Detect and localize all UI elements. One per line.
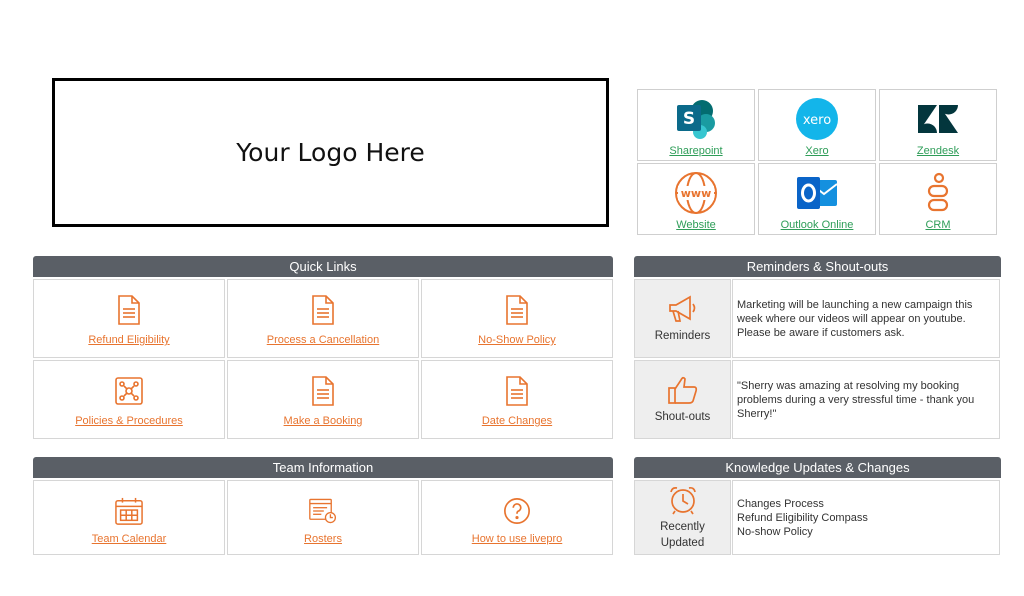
app-label-zendesk[interactable]: Zendesk — [917, 145, 959, 157]
svg-text:xero: xero — [803, 113, 831, 128]
quick-link-label[interactable]: No-Show Policy — [478, 334, 556, 346]
network-icon — [115, 375, 143, 407]
thumbs-up-icon — [667, 376, 697, 404]
knowledge-item[interactable]: No-show Policy — [737, 525, 993, 539]
knowledge-label-cell: Recently Updated — [634, 480, 731, 555]
quick-link-refund-eligibility[interactable]: Refund Eligibility — [33, 279, 225, 358]
reminders-title: Reminders & Shout-outs — [746, 259, 889, 274]
team-link-calendar[interactable]: Team Calendar — [33, 480, 225, 555]
team-information-header: Team Information — [33, 457, 613, 478]
document-icon — [503, 375, 531, 407]
zendesk-icon — [915, 96, 961, 142]
reminders-header: Reminders & Shout-outs — [634, 256, 1001, 277]
app-tile-sharepoint[interactable]: S Sharepoint — [637, 89, 755, 161]
reminders-label: Reminders — [654, 329, 711, 342]
app-tile-xero[interactable]: xero Xero — [758, 89, 876, 161]
logo-text: Your Logo Here — [236, 138, 425, 167]
app-label-xero[interactable]: Xero — [805, 145, 828, 157]
knowledge-label-line2: Updated — [660, 536, 705, 549]
question-icon — [503, 495, 531, 527]
quick-links-header: Quick Links — [33, 256, 613, 277]
reminders-message: Marketing will be launching a new campai… — [732, 279, 1000, 358]
calendar-icon — [115, 495, 143, 527]
app-label-outlook[interactable]: Outlook Online — [781, 219, 854, 231]
document-icon — [503, 294, 531, 326]
svg-text:www: www — [681, 187, 712, 200]
alarm-clock-icon — [669, 486, 696, 514]
quick-link-policies-procedures[interactable]: Policies & Procedures — [33, 360, 225, 439]
crm-icon — [915, 170, 961, 216]
megaphone-icon — [668, 295, 695, 322]
quick-link-label[interactable]: Process a Cancellation — [267, 334, 380, 346]
document-icon — [115, 294, 143, 326]
shoutouts-label-cell: Shout-outs — [634, 360, 731, 439]
team-link-livepro-help[interactable]: How to use livepro — [421, 480, 613, 555]
quick-link-label[interactable]: Date Changes — [482, 415, 552, 427]
app-tile-zendesk[interactable]: Zendesk — [879, 89, 997, 161]
reminders-label-cell: Reminders — [634, 279, 731, 358]
roster-icon — [309, 495, 337, 527]
app-tile-crm[interactable]: CRM — [879, 163, 997, 235]
app-label-website[interactable]: Website — [676, 219, 716, 231]
globe-www-icon: www — [673, 170, 719, 216]
knowledge-header: Knowledge Updates & Changes — [634, 457, 1001, 478]
shoutouts-message: "Sherry was amazing at resolving my book… — [732, 360, 1000, 439]
app-tile-website[interactable]: www Website — [637, 163, 755, 235]
knowledge-label: Recently Updated — [660, 519, 705, 551]
team-information-title: Team Information — [272, 460, 374, 475]
team-link-label[interactable]: How to use livepro — [472, 533, 563, 545]
outlook-icon — [794, 170, 840, 216]
reminders-text: Marketing will be launching a new campai… — [737, 299, 973, 339]
quick-link-make-booking[interactable]: Make a Booking — [227, 360, 419, 439]
document-icon — [309, 375, 337, 407]
svg-text:S: S — [683, 109, 695, 129]
sharepoint-icon: S — [673, 96, 719, 142]
quick-links-title: Quick Links — [289, 259, 357, 274]
app-label-crm[interactable]: CRM — [925, 219, 950, 231]
knowledge-item[interactable]: Changes Process — [737, 497, 993, 511]
quick-link-process-cancellation[interactable]: Process a Cancellation — [227, 279, 419, 358]
team-link-rosters[interactable]: Rosters — [227, 480, 419, 555]
quick-link-label[interactable]: Refund Eligibility — [88, 334, 169, 346]
knowledge-label-line1: Recently — [660, 520, 705, 533]
team-link-label[interactable]: Rosters — [304, 533, 342, 545]
team-link-label[interactable]: Team Calendar — [92, 533, 167, 545]
quick-link-label[interactable]: Make a Booking — [284, 415, 363, 427]
app-label-sharepoint[interactable]: Sharepoint — [669, 145, 722, 157]
app-tile-outlook[interactable]: Outlook Online — [758, 163, 876, 235]
document-icon — [309, 294, 337, 326]
logo-placeholder: Your Logo Here — [52, 78, 609, 227]
knowledge-title: Knowledge Updates & Changes — [725, 460, 910, 475]
knowledge-list: Changes Process Refund Eligibility Compa… — [732, 480, 1000, 555]
xero-icon: xero — [794, 96, 840, 142]
knowledge-item[interactable]: Refund Eligibility Compass — [737, 511, 993, 525]
quick-link-label[interactable]: Policies & Procedures — [75, 415, 183, 427]
quick-link-no-show-policy[interactable]: No-Show Policy — [421, 279, 613, 358]
shoutouts-label: Shout-outs — [654, 410, 711, 423]
shoutouts-text: "Sherry was amazing at resolving my book… — [737, 380, 975, 420]
quick-link-date-changes[interactable]: Date Changes — [421, 360, 613, 439]
